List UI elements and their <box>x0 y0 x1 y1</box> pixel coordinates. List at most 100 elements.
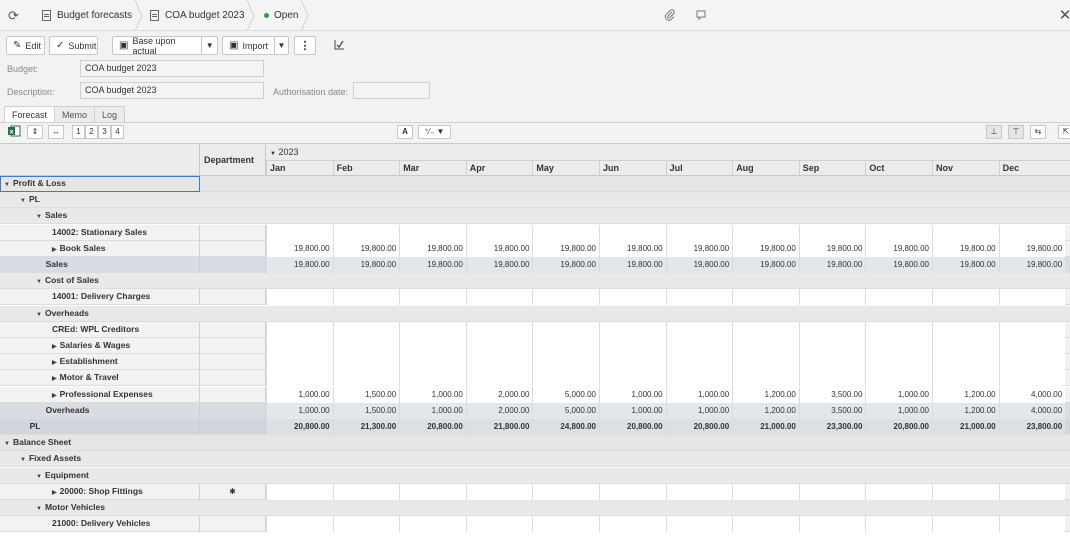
row-label[interactable]: ▼ Overheads <box>0 306 199 322</box>
value-cell[interactable]: 19,800.00 <box>465 240 533 257</box>
value-cell[interactable] <box>266 370 333 387</box>
expand-triangle-icon[interactable]: ▶ <box>52 340 57 354</box>
value-cell[interactable]: 20,800.00 <box>266 419 333 435</box>
value-cell[interactable] <box>665 516 733 533</box>
table-row[interactable]: CREd: WPL Creditors <box>0 321 1070 338</box>
table-row[interactable]: ▼ PL <box>0 192 1070 209</box>
expand-triangle-icon[interactable]: ▶ <box>52 243 57 257</box>
table-row[interactable]: ▼ Balance Sheet <box>0 435 1070 452</box>
row-label[interactable]: ▼ PL <box>0 192 199 208</box>
department-cell[interactable] <box>199 402 266 419</box>
level-4-button[interactable]: 4 <box>111 125 124 139</box>
value-cell[interactable] <box>266 224 333 241</box>
table-row[interactable]: 21000: Delivery Vehicles <box>0 516 1070 533</box>
value-cell[interactable] <box>798 338 866 354</box>
value-cell[interactable]: 21,000.00 <box>932 419 999 435</box>
value-cell[interactable] <box>465 224 533 241</box>
value-cell[interactable] <box>665 321 733 338</box>
value-cell[interactable] <box>465 338 533 354</box>
value-cell[interactable] <box>399 370 466 387</box>
level-1-button[interactable]: 1 <box>72 125 85 139</box>
row-label[interactable]: ▶ Motor & Travel <box>0 370 199 386</box>
value-cell[interactable] <box>798 483 866 500</box>
month-header[interactable]: Jan <box>266 161 333 176</box>
value-cell[interactable] <box>798 516 866 533</box>
budget-field[interactable]: COA budget 2023 <box>80 60 264 77</box>
value-cell[interactable] <box>332 224 400 241</box>
row-label[interactable]: 14002: Stationary Sales <box>0 225 199 241</box>
value-cell[interactable] <box>798 354 866 371</box>
row-label[interactable]: 21000: Delivery Vehicles <box>0 516 199 532</box>
row-label[interactable]: ▶ Professional Expenses <box>0 387 199 403</box>
row-label[interactable]: ▼ Balance Sheet <box>0 435 199 451</box>
department-cell[interactable] <box>199 338 266 354</box>
value-cell[interactable]: 19,800.00 <box>932 240 999 257</box>
value-cell[interactable]: 19,800.00 <box>532 240 599 257</box>
breadcrumb-budget-forecasts[interactable]: Budget forecasts <box>42 0 132 31</box>
expand-triangle-icon[interactable]: ▶ <box>52 486 57 500</box>
table-row[interactable]: Overheads 1,000.00 1,500.00 1,000.00 2,000.0… <box>0 402 1070 419</box>
value-cell[interactable]: 20,800.00 <box>865 419 932 435</box>
table-row[interactable]: Sales 19,800.00 19,800.00 19,800.00 19,800.0… <box>0 257 1070 273</box>
value-cell[interactable] <box>599 321 666 338</box>
value-cell[interactable] <box>599 224 666 241</box>
chevron-down-icon[interactable]: ▼ <box>202 41 217 50</box>
row-label[interactable]: ▼ Fixed Assets <box>0 451 199 467</box>
submit-button[interactable]: ✓ Submit <box>49 36 98 55</box>
value-cell[interactable] <box>399 354 466 371</box>
month-header[interactable]: Aug <box>732 161 799 176</box>
value-cell[interactable] <box>732 516 799 533</box>
paperclip-icon[interactable] <box>663 9 677 23</box>
value-cell[interactable] <box>465 516 533 533</box>
value-cell[interactable]: 19,800.00 <box>599 240 666 257</box>
value-cell[interactable]: 23,800.00 <box>998 419 1066 435</box>
value-cell[interactable] <box>732 370 799 387</box>
value-cell[interactable] <box>332 289 400 306</box>
value-cell[interactable]: 1,000.00 <box>266 386 333 403</box>
value-cell[interactable] <box>399 483 466 500</box>
collapse-triangle-icon[interactable]: ▼ <box>4 437 10 451</box>
value-cell[interactable] <box>332 516 400 533</box>
value-cell[interactable] <box>332 354 400 371</box>
value-cell[interactable] <box>865 354 932 371</box>
expand-icon[interactable]: ⇱ <box>1058 125 1070 139</box>
department-cell[interactable] <box>199 386 266 403</box>
value-cell[interactable]: 19,800.00 <box>399 240 466 257</box>
text-format-icon[interactable]: A <box>397 125 413 139</box>
value-cell[interactable] <box>998 516 1066 533</box>
table-row[interactable]: ▶ 20000: Shop Fittings ✱ <box>0 483 1070 500</box>
value-cell[interactable] <box>865 338 932 354</box>
table-row[interactable]: ▼ Sales <box>0 208 1070 225</box>
base-upon-actual-button[interactable]: ▣ Base upon actual ▼ <box>112 36 218 56</box>
value-cell[interactable]: 3,500.00 <box>798 402 866 419</box>
month-header[interactable]: Apr <box>465 161 533 176</box>
value-cell[interactable] <box>599 338 666 354</box>
value-cell[interactable]: 1,200.00 <box>732 402 799 419</box>
value-cell[interactable]: 19,800.00 <box>332 240 400 257</box>
value-cell[interactable] <box>465 370 533 387</box>
value-cell[interactable] <box>932 321 999 338</box>
collapse-icon[interactable]: ↔ <box>48 125 64 139</box>
authorisation-date-field[interactable] <box>353 82 430 99</box>
description-field[interactable]: COA budget 2023 <box>80 82 264 99</box>
expand-triangle-icon[interactable]: ▶ <box>52 372 57 386</box>
collapse-triangle-icon[interactable]: ▼ <box>20 453 26 467</box>
department-cell[interactable] <box>199 370 266 387</box>
collapse-triangle-icon[interactable]: ▼ <box>36 470 42 484</box>
value-cell[interactable] <box>266 338 333 354</box>
value-cell[interactable] <box>599 289 666 306</box>
department-cell[interactable] <box>199 240 266 257</box>
table-row[interactable]: ▼ Fixed Assets <box>0 451 1070 468</box>
table-row[interactable]: ▼ Cost of Sales <box>0 273 1070 290</box>
value-cell[interactable]: 19,800.00 <box>599 257 666 273</box>
month-header[interactable]: Sep <box>798 161 866 176</box>
table-row[interactable]: ▶ Professional Expenses 1,000.00 1,500.00 1,… <box>0 386 1070 403</box>
excel-export-icon[interactable]: x <box>5 125 23 139</box>
tab-memo[interactable]: Memo <box>54 106 96 123</box>
department-cell[interactable]: ✱ <box>199 483 266 500</box>
value-cell[interactable] <box>465 289 533 306</box>
value-cell[interactable] <box>932 289 999 306</box>
value-cell[interactable] <box>465 321 533 338</box>
value-cell[interactable] <box>332 338 400 354</box>
comment-icon[interactable] <box>694 9 708 23</box>
